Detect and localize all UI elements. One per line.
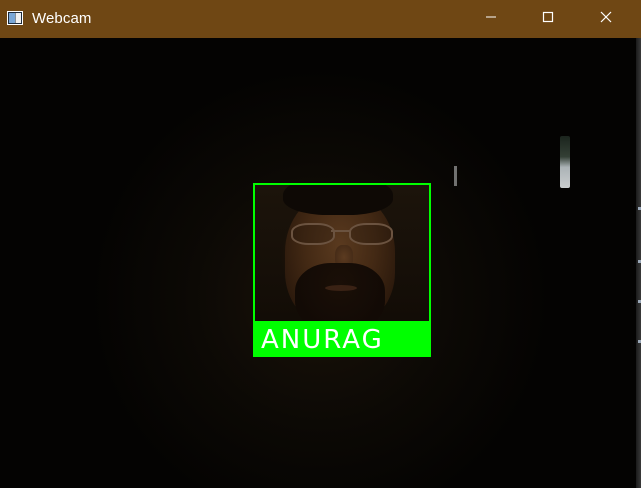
app-icon xyxy=(7,11,23,25)
window-edge xyxy=(636,38,641,488)
glasses xyxy=(291,223,395,245)
detection-label-bar: ANURAG xyxy=(253,321,431,357)
minimize-button[interactable] xyxy=(462,0,520,38)
beard xyxy=(295,263,385,321)
background-light xyxy=(454,166,457,186)
maximize-icon xyxy=(542,10,554,28)
window-title: Webcam xyxy=(32,10,92,27)
close-button[interactable] xyxy=(577,0,635,38)
face-detection-box xyxy=(253,183,431,323)
title-bar: Webcam xyxy=(0,0,641,38)
close-icon xyxy=(600,10,612,28)
maximize-button[interactable] xyxy=(519,0,577,38)
minimize-icon xyxy=(485,10,497,28)
detection-label: ANURAG xyxy=(261,325,384,355)
background-light xyxy=(560,136,570,188)
mouth xyxy=(325,285,357,291)
hair xyxy=(283,185,393,215)
